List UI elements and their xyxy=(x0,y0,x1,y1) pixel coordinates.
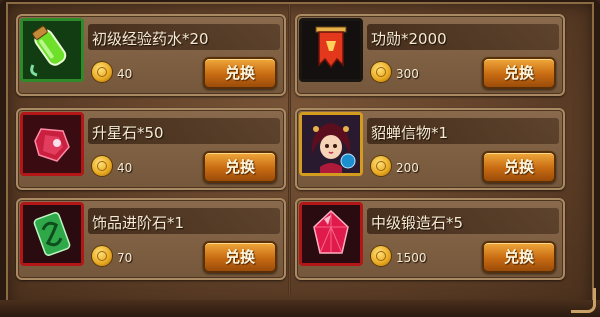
item-title: 中级锻造石*5 xyxy=(371,214,464,232)
item-price: 200 xyxy=(396,161,419,175)
item-title: 饰品进阶石*1 xyxy=(92,214,185,232)
exchange-button[interactable]: 兑换 xyxy=(203,241,277,273)
item-price: 300 xyxy=(396,67,419,81)
shop-item-card: 功勋*2000 300 兑换 xyxy=(295,14,565,96)
item-price: 40 xyxy=(117,67,133,81)
star-gem-icon xyxy=(20,112,84,176)
gold-coin-icon xyxy=(371,62,391,82)
item-price: 70 xyxy=(117,251,133,265)
item-title: 升星石*50 xyxy=(92,124,164,142)
banner-flag-icon xyxy=(299,18,363,82)
exchange-button[interactable]: 兑换 xyxy=(203,151,277,183)
item-title: 功勋*2000 xyxy=(371,30,447,48)
shop-item-card: 初级经验药水*20 40 兑换 xyxy=(16,14,286,96)
shop-item-card: 貂蝉信物*1 200 兑换 xyxy=(295,108,565,190)
gold-coin-icon xyxy=(92,156,112,176)
item-price: 1500 xyxy=(396,251,427,265)
shop-item-card: 饰品进阶石*1 70 兑换 xyxy=(16,198,286,280)
corner-ornament xyxy=(571,288,596,313)
gold-coin-icon xyxy=(371,246,391,266)
exchange-button[interactable]: 兑换 xyxy=(482,57,556,89)
panel-bottom-edge xyxy=(0,300,600,317)
green-jade-stone-icon xyxy=(20,202,84,266)
gold-coin-icon xyxy=(92,246,112,266)
red-crystal-icon xyxy=(299,202,363,266)
column-divider xyxy=(288,4,291,294)
item-title: 貂蝉信物*1 xyxy=(371,124,449,142)
exchange-button[interactable]: 兑换 xyxy=(203,57,277,89)
exchange-button[interactable]: 兑换 xyxy=(482,241,556,273)
gold-coin-icon xyxy=(92,62,112,82)
item-title: 初级经验药水*20 xyxy=(92,30,209,48)
shop-item-card: 升星石*50 40 兑换 xyxy=(16,108,286,190)
shop-item-card: 中级锻造石*5 1500 兑换 xyxy=(295,198,565,280)
green-potion-vial-icon xyxy=(20,18,84,82)
diaochan-portrait-icon xyxy=(299,112,363,176)
gold-coin-icon xyxy=(371,156,391,176)
item-price: 40 xyxy=(117,161,133,175)
exchange-button[interactable]: 兑换 xyxy=(482,151,556,183)
